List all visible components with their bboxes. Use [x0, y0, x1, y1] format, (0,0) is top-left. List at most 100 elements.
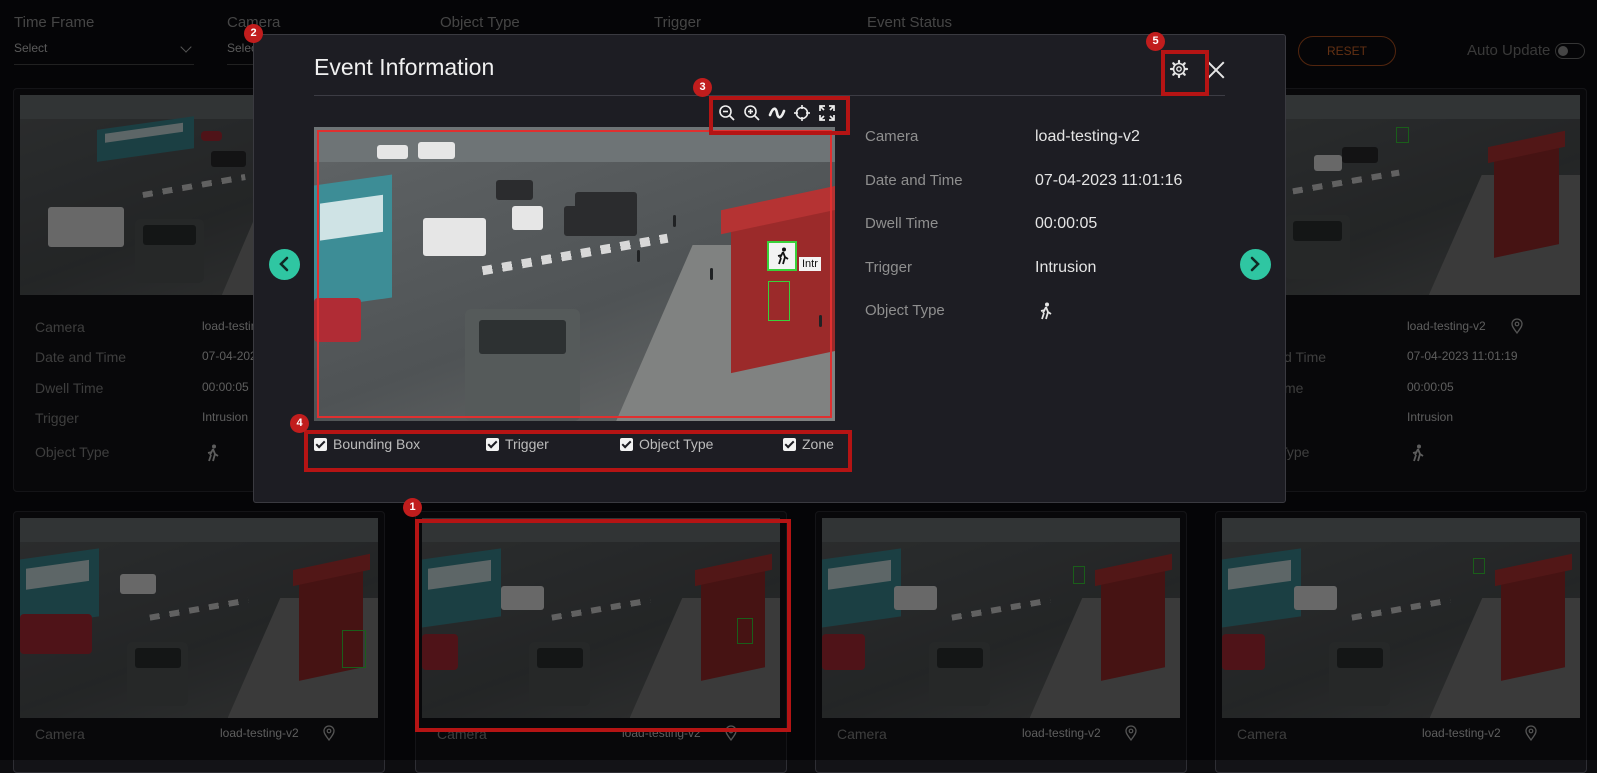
wave-icon[interactable]: [767, 103, 787, 123]
previous-event-button[interactable]: [269, 249, 300, 280]
location-pin-icon: [1511, 318, 1523, 334]
camera-label: Camera: [1237, 726, 1287, 742]
dwell-value: 00:00:05: [1035, 215, 1098, 232]
crosshair-icon[interactable]: [792, 103, 812, 123]
object-type-checkbox[interactable]: Object Type: [620, 436, 713, 452]
zoom-out-icon[interactable]: [717, 103, 737, 123]
zone-checkbox[interactable]: Zone: [783, 436, 834, 452]
auto-update-toggle[interactable]: [1555, 43, 1585, 59]
bounding-box-checkbox[interactable]: Bounding Box: [314, 436, 420, 452]
annotation-marker-5: 5: [1146, 32, 1165, 51]
camera-scene: [20, 518, 378, 718]
event-card[interactable]: Camera load-testing-v2: [815, 511, 1187, 773]
modal-title: Event Information: [314, 54, 495, 80]
camera-label: Camera: [437, 726, 487, 742]
trigger-value: Intrusion: [1035, 259, 1097, 276]
filter-label: Object Type: [440, 14, 520, 31]
camera-label: Camera: [837, 726, 887, 742]
zoom-in-icon[interactable]: [742, 103, 762, 123]
camera-value: load-testing-v2: [1022, 726, 1101, 740]
dwell-value: 00:00:05: [1407, 380, 1454, 394]
checkbox-checked-icon: [314, 438, 327, 451]
object-type-label: Object Type: [865, 302, 945, 319]
event-image[interactable]: Intr: [314, 127, 835, 421]
checkbox-checked-icon: [783, 438, 796, 451]
checkbox-label: Zone: [802, 436, 834, 452]
trigger-label: Trigger: [35, 410, 79, 426]
checkbox-checked-icon: [620, 438, 633, 451]
modal-divider: [314, 95, 1225, 96]
checkbox-label: Bounding Box: [333, 436, 421, 452]
gear-icon: [1169, 59, 1189, 79]
camera-value: load-testing-v2: [1035, 128, 1140, 145]
dwell-label: Dwell Time: [865, 215, 939, 232]
event-card[interactable]: Camera load-testing-v2: [1215, 511, 1587, 773]
pedestrian-icon: [1412, 444, 1424, 462]
chevron-left-icon: [279, 256, 289, 272]
location-pin-icon: [323, 725, 335, 741]
filter-label: Trigger: [654, 14, 701, 31]
object-label-tag: [767, 241, 797, 271]
trigger-value: Intrusion: [202, 410, 249, 424]
event-thumbnail[interactable]: [20, 518, 378, 718]
checkbox-label: Object Type: [639, 436, 714, 452]
location-pin-icon: [725, 725, 737, 741]
filter-trigger[interactable]: Trigger: [654, 14, 834, 31]
fullscreen-icon[interactable]: [817, 103, 837, 123]
annotation-marker-3: 3: [693, 78, 712, 97]
auto-update-label: Auto Update: [1467, 42, 1551, 59]
pedestrian-icon: [777, 247, 789, 265]
event-thumbnail[interactable]: [822, 518, 1180, 718]
date-value: 07-04-2023 11:01:19: [1407, 349, 1518, 363]
toggle-knob: [1558, 46, 1568, 56]
reset-button[interactable]: RESET: [1298, 36, 1396, 66]
chevron-down-icon: [180, 41, 192, 53]
event-card[interactable]: Camera load-testing-v2: [415, 511, 787, 773]
filter-object-type[interactable]: Object Type: [440, 14, 620, 31]
event-information-modal: Event Information Intr Bounding Box Trig…: [253, 34, 1286, 503]
annotation-marker-1: 1: [403, 498, 422, 517]
camera-value: load-testing-v2: [1407, 319, 1486, 333]
bounding-box: [768, 281, 790, 321]
pedestrian-icon: [207, 444, 219, 462]
event-card[interactable]: Camera load-testing-v2: [13, 511, 385, 773]
date-label: Date and Time: [865, 172, 963, 189]
chevron-right-icon: [1250, 256, 1260, 272]
annotation-marker-4: 4: [290, 414, 309, 433]
camera-label: Camera: [865, 128, 919, 145]
object-type-label: Object Type: [35, 444, 110, 460]
camera-value: load-testing-v2: [220, 726, 299, 740]
camera-scene: [422, 518, 780, 718]
location-pin-icon: [1525, 725, 1537, 741]
intrusion-zone: [317, 130, 832, 418]
location-pin-icon: [1125, 725, 1137, 741]
filter-label: Time Frame: [14, 14, 95, 31]
trigger-label: Trigger: [865, 259, 912, 276]
event-thumbnail[interactable]: [422, 518, 780, 718]
annotation-marker-2: 2: [244, 24, 263, 43]
camera-value: load-testing-v2: [622, 726, 701, 740]
dwell-value: 00:00:05: [202, 380, 249, 394]
date-value: 07-04-2023 11:01:16: [1035, 172, 1183, 189]
camera-label: Camera: [35, 319, 85, 335]
trigger-checkbox[interactable]: Trigger: [486, 436, 549, 452]
trigger-value: Intrusion: [1407, 410, 1454, 424]
event-thumbnail[interactable]: [1222, 518, 1580, 718]
filter-label: Event Status: [867, 14, 953, 31]
pedestrian-icon: [1040, 302, 1052, 320]
filter-event-status[interactable]: Event Status: [867, 14, 1047, 31]
checkbox-checked-icon: [486, 438, 499, 451]
camera-scene: [822, 518, 1180, 718]
settings-button[interactable]: [1165, 55, 1193, 83]
time-frame-select[interactable]: Select: [14, 41, 194, 65]
date-label: Date and Time: [35, 349, 127, 365]
dwell-label: Dwell Time: [35, 380, 104, 396]
camera-label: Camera: [35, 726, 85, 742]
camera-scene: [1222, 518, 1580, 718]
close-icon[interactable]: [1205, 59, 1227, 81]
camera-value: load-testing-v2: [1422, 726, 1501, 740]
trigger-label-tag: Intr: [799, 257, 821, 271]
filter-time-frame[interactable]: Time Frame Select: [14, 14, 194, 65]
checkbox-label: Trigger: [505, 436, 549, 452]
next-event-button[interactable]: [1240, 249, 1271, 280]
